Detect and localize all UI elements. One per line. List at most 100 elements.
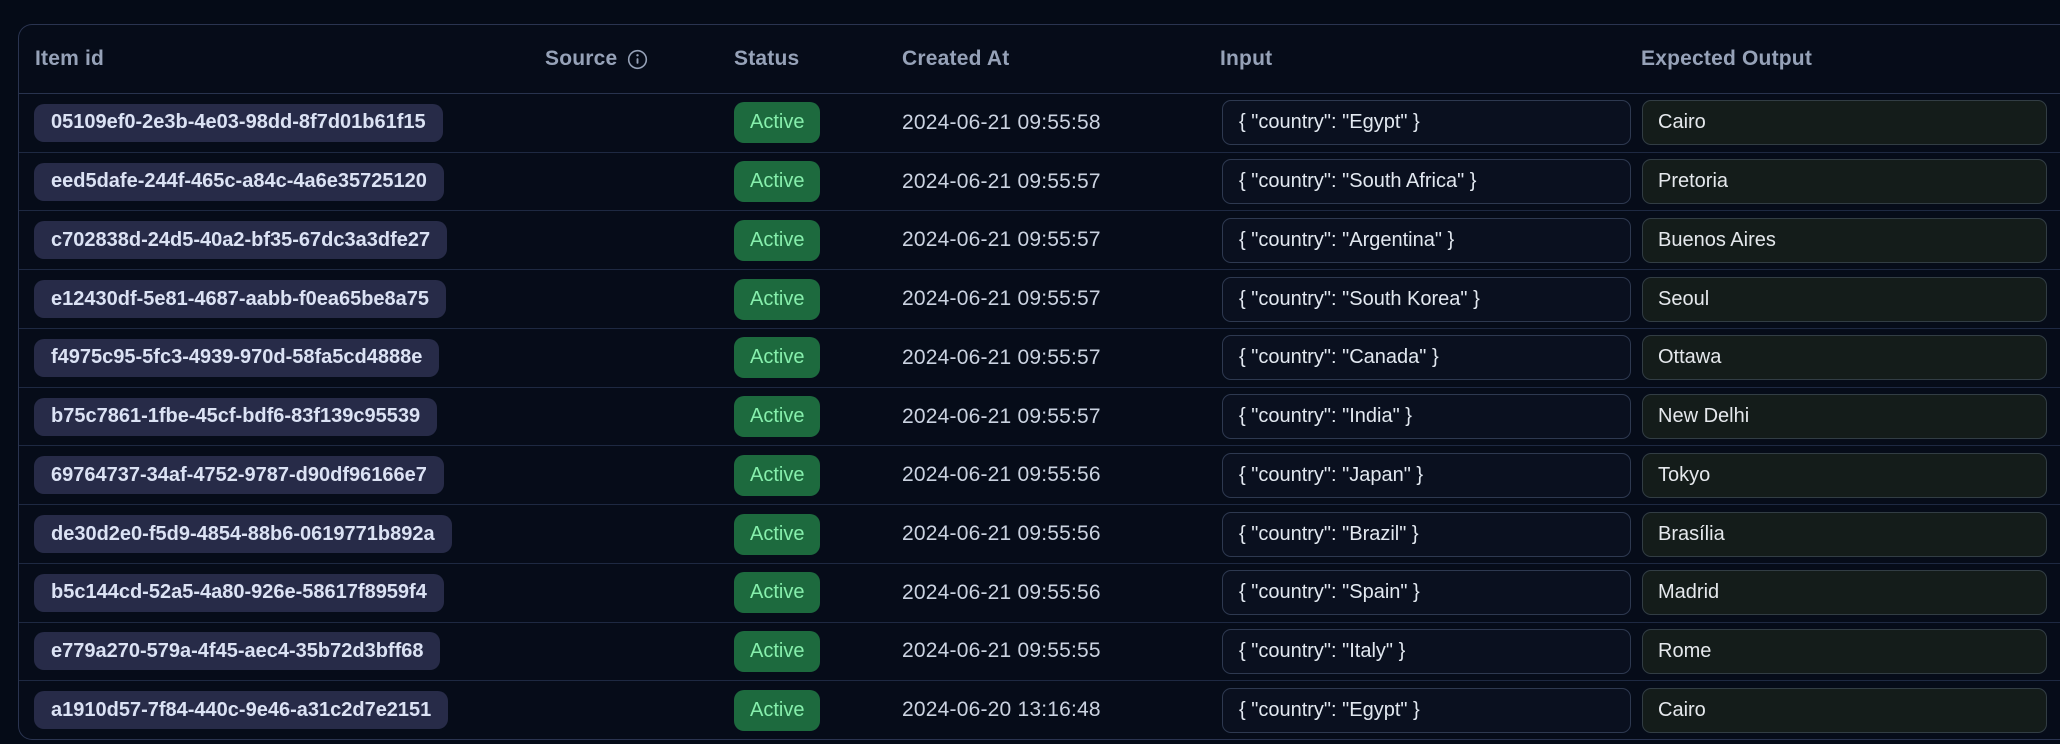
- expected-output-cell: Madrid: [1641, 570, 2060, 615]
- status-cell: Active: [734, 514, 902, 555]
- created-at-text: 2024-06-21 09:55:57: [902, 287, 1101, 311]
- status-cell: Active: [734, 396, 902, 437]
- column-header-expected-output: Expected Output: [1641, 47, 2060, 71]
- expected-output-cell: Ottawa: [1641, 335, 2060, 380]
- info-circle-icon[interactable]: [627, 49, 648, 70]
- dataset-items-table: Item id Source Status Created At: [18, 24, 2060, 740]
- expected-output-cell: New Delhi: [1641, 394, 2060, 439]
- expected-output-box[interactable]: New Delhi: [1642, 394, 2047, 439]
- expected-output-box[interactable]: Buenos Aires: [1642, 218, 2047, 263]
- expected-output-box[interactable]: Cairo: [1642, 100, 2047, 145]
- item-id-pill[interactable]: eed5dafe-244f-465c-a84c-4a6e35725120: [34, 163, 444, 201]
- page: Item id Source Status Created At: [0, 0, 2060, 744]
- created-at-cell: 2024-06-21 09:55:57: [902, 287, 1220, 311]
- item-id-pill[interactable]: a1910d57-7f84-440c-9e46-a31c2d7e2151: [34, 691, 448, 729]
- expected-output-box[interactable]: Madrid: [1642, 570, 2047, 615]
- item-id-pill[interactable]: f4975c95-5fc3-4939-970d-58fa5cd4888e: [34, 339, 439, 377]
- item-id-pill[interactable]: b5c144cd-52a5-4a80-926e-58617f8959f4: [34, 574, 444, 612]
- input-box[interactable]: { "country": "Egypt" }: [1222, 688, 1631, 733]
- item-id-pill[interactable]: 05109ef0-2e3b-4e03-98dd-8f7d01b61f15: [34, 104, 443, 142]
- expected-output-cell: Brasília: [1641, 512, 2060, 557]
- input-box[interactable]: { "country": "Spain" }: [1222, 570, 1631, 615]
- input-box[interactable]: { "country": "Canada" }: [1222, 335, 1631, 380]
- column-header-input-label: Input: [1220, 47, 1272, 71]
- status-badge: Active: [734, 514, 820, 555]
- status-cell: Active: [734, 631, 902, 672]
- input-box[interactable]: { "country": "South Africa" }: [1222, 159, 1631, 204]
- created-at-text: 2024-06-21 09:55:56: [902, 581, 1101, 605]
- status-badge: Active: [734, 572, 820, 613]
- expected-output-cell: Buenos Aires: [1641, 218, 2060, 263]
- status-cell: Active: [734, 279, 902, 320]
- status-cell: Active: [734, 690, 902, 731]
- item-id-cell: 69764737-34af-4752-9787-d90df96166e7: [19, 456, 545, 494]
- status-cell: Active: [734, 337, 902, 378]
- input-box[interactable]: { "country": "Italy" }: [1222, 629, 1631, 674]
- table-row: 69764737-34af-4752-9787-d90df96166e7 Act…: [19, 445, 2060, 504]
- item-id-pill[interactable]: b75c7861-1fbe-45cf-bdf6-83f139c95539: [34, 398, 437, 436]
- input-box[interactable]: { "country": "Japan" }: [1222, 453, 1631, 498]
- input-cell: { "country": "Brazil" }: [1220, 512, 1641, 557]
- item-id-pill[interactable]: c702838d-24d5-40a2-bf35-67dc3a3dfe27: [34, 221, 447, 259]
- input-box[interactable]: { "country": "India" }: [1222, 394, 1631, 439]
- input-box[interactable]: { "country": "Argentina" }: [1222, 218, 1631, 263]
- created-at-text: 2024-06-20 13:16:48: [902, 698, 1101, 722]
- expected-output-cell: Cairo: [1641, 688, 2060, 733]
- table-row: c702838d-24d5-40a2-bf35-67dc3a3dfe27 Act…: [19, 210, 2060, 269]
- expected-output-box[interactable]: Brasília: [1642, 512, 2047, 557]
- table-row: f4975c95-5fc3-4939-970d-58fa5cd4888e Act…: [19, 328, 2060, 387]
- expected-output-box[interactable]: Cairo: [1642, 688, 2047, 733]
- table-row: e12430df-5e81-4687-aabb-f0ea65be8a75 Act…: [19, 269, 2060, 328]
- column-header-status: Status: [734, 47, 902, 71]
- expected-output-box[interactable]: Pretoria: [1642, 159, 2047, 204]
- input-cell: { "country": "Spain" }: [1220, 570, 1641, 615]
- item-id-cell: e12430df-5e81-4687-aabb-f0ea65be8a75: [19, 280, 545, 318]
- created-at-cell: 2024-06-21 09:55:55: [902, 639, 1220, 663]
- table-row: a1910d57-7f84-440c-9e46-a31c2d7e2151 Act…: [19, 680, 2060, 739]
- status-cell: Active: [734, 161, 902, 202]
- column-header-status-label: Status: [734, 47, 799, 71]
- item-id-cell: e779a270-579a-4f45-aec4-35b72d3bff68: [19, 632, 545, 670]
- item-id-pill[interactable]: e779a270-579a-4f45-aec4-35b72d3bff68: [34, 632, 440, 670]
- status-badge: Active: [734, 455, 820, 496]
- created-at-text: 2024-06-21 09:55:57: [902, 405, 1101, 429]
- input-cell: { "country": "Italy" }: [1220, 629, 1641, 674]
- status-badge: Active: [734, 631, 820, 672]
- column-header-input: Input: [1220, 47, 1641, 71]
- expected-output-box[interactable]: Tokyo: [1642, 453, 2047, 498]
- column-header-source-label: Source: [545, 47, 617, 71]
- item-id-cell: f4975c95-5fc3-4939-970d-58fa5cd4888e: [19, 339, 545, 377]
- input-box[interactable]: { "country": "Brazil" }: [1222, 512, 1631, 557]
- created-at-text: 2024-06-21 09:55:55: [902, 639, 1101, 663]
- input-cell: { "country": "South Africa" }: [1220, 159, 1641, 204]
- input-box[interactable]: { "country": "Egypt" }: [1222, 100, 1631, 145]
- status-cell: Active: [734, 455, 902, 496]
- item-id-cell: de30d2e0-f5d9-4854-88b6-0619771b892a: [19, 515, 545, 553]
- column-header-created-at: Created At: [902, 47, 1220, 71]
- table-row: 05109ef0-2e3b-4e03-98dd-8f7d01b61f15 Act…: [19, 94, 2060, 152]
- item-id-pill[interactable]: de30d2e0-f5d9-4854-88b6-0619771b892a: [34, 515, 452, 553]
- table-row: b5c144cd-52a5-4a80-926e-58617f8959f4 Act…: [19, 563, 2060, 622]
- status-badge: Active: [734, 337, 820, 378]
- input-cell: { "country": "South Korea" }: [1220, 277, 1641, 322]
- expected-output-box[interactable]: Seoul: [1642, 277, 2047, 322]
- item-id-cell: eed5dafe-244f-465c-a84c-4a6e35725120: [19, 163, 545, 201]
- status-badge: Active: [734, 220, 820, 261]
- item-id-pill[interactable]: 69764737-34af-4752-9787-d90df96166e7: [34, 456, 444, 494]
- created-at-cell: 2024-06-21 09:55:57: [902, 228, 1220, 252]
- item-id-cell: 05109ef0-2e3b-4e03-98dd-8f7d01b61f15: [19, 104, 545, 142]
- expected-output-box[interactable]: Rome: [1642, 629, 2047, 674]
- input-cell: { "country": "Canada" }: [1220, 335, 1641, 380]
- created-at-cell: 2024-06-21 09:55:57: [902, 170, 1220, 194]
- expected-output-cell: Rome: [1641, 629, 2060, 674]
- status-cell: Active: [734, 220, 902, 261]
- column-header-expected-output-label: Expected Output: [1641, 47, 1812, 71]
- item-id-pill[interactable]: e12430df-5e81-4687-aabb-f0ea65be8a75: [34, 280, 446, 318]
- expected-output-box[interactable]: Ottawa: [1642, 335, 2047, 380]
- input-box[interactable]: { "country": "South Korea" }: [1222, 277, 1631, 322]
- table-row: b75c7861-1fbe-45cf-bdf6-83f139c95539 Act…: [19, 387, 2060, 446]
- created-at-text: 2024-06-21 09:55:57: [902, 170, 1101, 194]
- table-row: e779a270-579a-4f45-aec4-35b72d3bff68 Act…: [19, 622, 2060, 681]
- input-cell: { "country": "India" }: [1220, 394, 1641, 439]
- item-id-cell: b75c7861-1fbe-45cf-bdf6-83f139c95539: [19, 398, 545, 436]
